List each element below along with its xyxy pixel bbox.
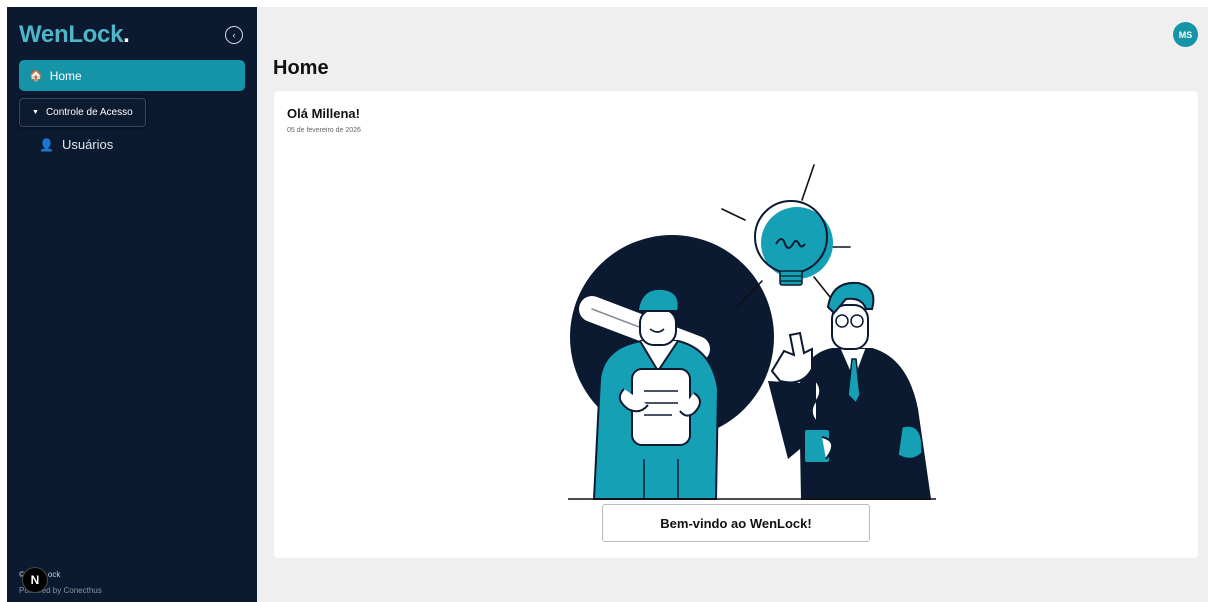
dev-tools-badge[interactable]: N xyxy=(22,567,48,593)
greeting-text: Olá Millena! xyxy=(287,106,360,121)
triangle-down-icon: ▼ xyxy=(32,109,39,116)
user-icon: 👤 xyxy=(39,137,54,152)
date-text: 05 de fevereiro de 2026 xyxy=(287,127,361,134)
sidebar-item-label: Home xyxy=(49,68,82,83)
user-avatar[interactable]: MS xyxy=(1173,22,1198,47)
sidebar-item-home[interactable]: 🏠 Home xyxy=(19,60,245,91)
welcome-illustration xyxy=(568,164,936,500)
sidebar: WenLock. ‹ 🏠 Home ▼ Controle de Acesso 👤… xyxy=(7,7,257,602)
main-content: MS Home Olá Millena! 05 de fevereiro de … xyxy=(257,7,1208,602)
chevron-left-icon: ‹ xyxy=(232,30,236,40)
sidebar-item-label: Usuários xyxy=(61,137,114,152)
sidebar-group-controle-de-acesso[interactable]: ▼ Controle de Acesso xyxy=(19,98,146,127)
page-title: Home xyxy=(273,57,329,79)
sidebar-item-usuarios[interactable]: 👤 Usuários xyxy=(39,137,113,152)
welcome-card: Olá Millena! 05 de fevereiro de 2026 Bem… xyxy=(274,91,1198,558)
collapse-sidebar-button[interactable]: ‹ xyxy=(225,26,243,44)
sidebar-group-label: Controle de Acesso xyxy=(45,107,133,118)
welcome-button[interactable]: Bem-vindo ao WenLock! xyxy=(602,504,870,542)
home-icon: 🏠 xyxy=(29,70,43,82)
logo: WenLock. xyxy=(19,21,130,48)
